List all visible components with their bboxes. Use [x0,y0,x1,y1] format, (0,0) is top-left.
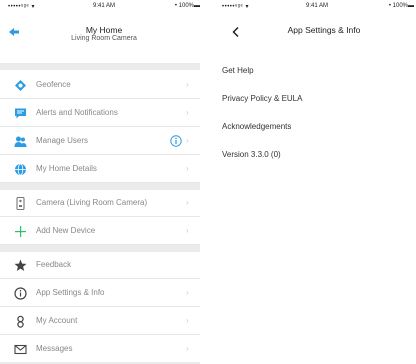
battery-indicator: • 100%▬ [388,3,414,9]
star-icon [14,259,27,271]
page-subtitle: Living Room Camera [71,35,137,42]
chevron-right-icon: › [186,316,189,325]
version-text: Version 3.3.0 (0) [222,150,281,159]
envelope-icon [14,344,27,355]
geofence-icon [15,80,26,91]
status-time: 9:41 AM [305,3,328,9]
get-help-link[interactable]: Get Help [222,66,254,75]
menu-item-label: Feedback [36,260,72,269]
menu-item-alerts[interactable]: Alerts and Notifications › [0,100,200,127]
page-title: My Home [85,25,123,35]
chevron-right-icon: › [186,226,189,235]
app-settings-screen: •••••ᵘᵍᵉ ▾ 9:41 AM • 100%▬ App Settings … [218,0,416,364]
menu-item-label: Manage Users [36,136,89,145]
chevron-right-icon: › [186,108,189,117]
menu-item-my-account[interactable]: My Account › [0,308,200,335]
info-circle-icon [14,287,27,300]
users-icon [14,136,27,147]
menu-item-app-settings[interactable]: App Settings & Info › [0,280,200,307]
battery-indicator: • 100%▬ [174,3,200,9]
chevron-right-icon: › [186,164,189,173]
menu-item-home-details[interactable]: My Home Details › [0,156,200,183]
status-bar: •••••ᵘᵍᵉ ▾ 9:41 AM • 100%▬ [0,3,208,13]
nav-header: My Home Living Room Camera [0,20,208,56]
account-icon [17,315,24,328]
plus-icon [15,226,26,237]
menu-item-label: Messages [36,344,73,353]
menu-item-feedback[interactable]: Feedback [0,252,200,279]
menu-item-label: App Settings & Info [36,288,105,297]
globe-icon [15,163,26,176]
menu-item-manage-users[interactable]: Manage Users › [0,128,200,155]
menu-item-label: Geofence [36,80,71,89]
camera-device-icon [16,197,25,210]
section-divider [0,183,200,190]
menu-item-label: Camera (Living Room Camera) [36,198,148,207]
chevron-right-icon: › [186,344,189,353]
section-divider [0,245,200,252]
menu-item-label: My Home Details [36,164,97,173]
chat-bubble-icon [15,108,26,119]
chevron-right-icon: › [186,198,189,207]
menu-item-label: Add New Device [36,226,96,235]
menu-item-camera[interactable]: Camera (Living Room Camera) › [0,190,200,217]
menu-item-geofence[interactable]: Geofence › [0,72,200,99]
acknowledgements-link[interactable]: Acknowledgements [222,122,291,131]
privacy-policy-link[interactable]: Privacy Policy & EULA [222,94,302,103]
section-divider [0,63,200,70]
chevron-right-icon: › [186,136,189,145]
nav-header: App Settings & Info [218,20,416,56]
menu-item-add-device[interactable]: Add New Device › [0,218,200,245]
status-bar: •••••ᵘᵍᵉ ▾ 9:41 AM • 100%▬ [218,3,416,13]
menu-item-label: My Account [36,316,78,325]
menu-item-messages[interactable]: Messages › [0,336,200,363]
chevron-right-icon: › [186,288,189,297]
home-menu-screen: •••••ᵘᵍᵉ ▾ 9:41 AM • 100%▬ My Home Livin… [0,0,208,364]
page-title: App Settings & Info [287,25,361,35]
info-icon[interactable] [170,135,182,147]
chevron-right-icon: › [186,80,189,89]
menu-item-label: Alerts and Notifications [36,108,118,117]
